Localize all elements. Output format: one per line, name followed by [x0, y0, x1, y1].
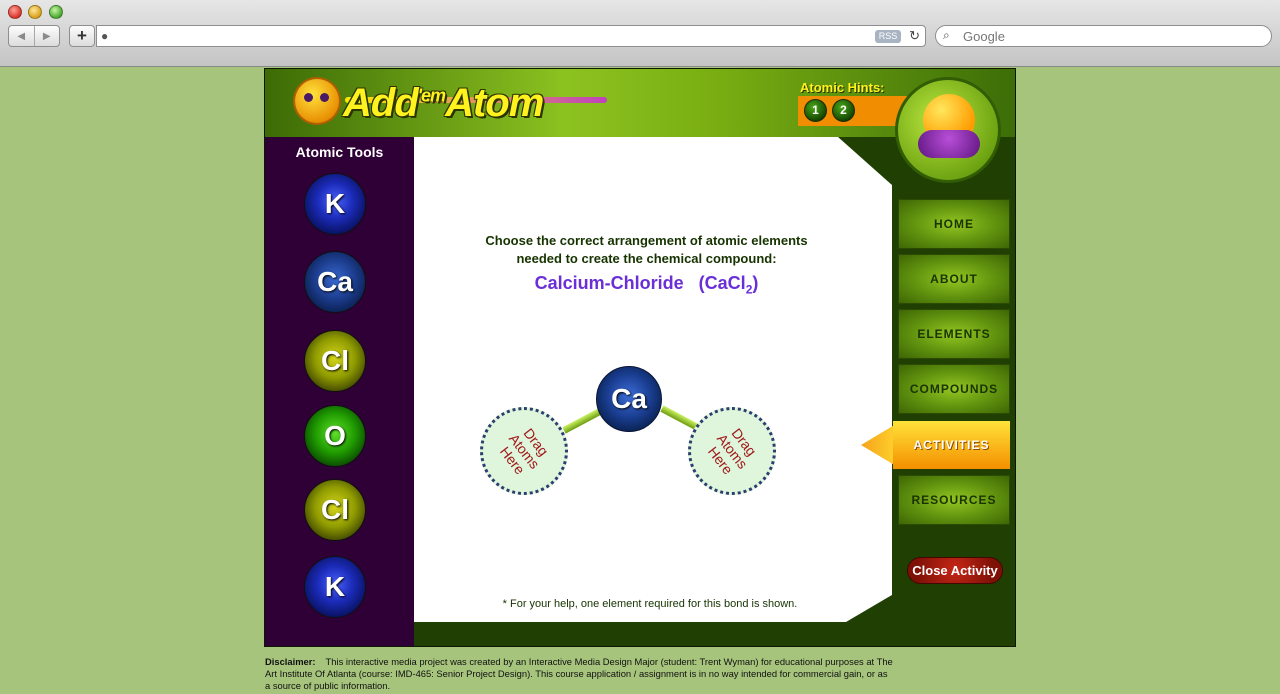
atom-tool-k[interactable]: K [304, 173, 366, 235]
next-compound-button[interactable]: Next Compound ···> [697, 631, 821, 647]
drop-zone-right[interactable]: Drag Atoms Here [688, 407, 776, 495]
atom-tool-cl[interactable]: Cl [304, 479, 366, 541]
atomic-hints-bar: 1 2 [798, 96, 908, 126]
instruction-text: Choose the correct arrangement of atomic… [485, 233, 808, 266]
atomic-hints-label: Atomic Hints: [800, 80, 885, 95]
app-logo[interactable]: Add'emAtom [343, 81, 544, 126]
hint-2-button[interactable]: 2 [832, 99, 855, 122]
search-icon: ⌕ [943, 28, 950, 42]
minimize-window-button[interactable] [28, 5, 42, 19]
close-window-button[interactable] [8, 5, 22, 19]
history-buttons: ◀ ▶ [8, 25, 60, 47]
disclaimer-label: Disclaimer: [265, 656, 316, 667]
nav-about[interactable]: ABOUT [898, 254, 1010, 304]
address-bar[interactable]: ● RSS ↻ [96, 25, 926, 47]
browser-toolbar: ◀ ▶ + ● RSS ↻ ⌕ Google [0, 0, 1280, 67]
rss-badge[interactable]: RSS [875, 30, 901, 43]
reload-icon[interactable]: ↻ [909, 28, 920, 44]
previous-compound-button[interactable]: <··· Previous Compound [460, 631, 602, 647]
nav-resources[interactable]: RESOURCES [898, 475, 1010, 525]
compound-title: Calcium-Chloride (CaCl2) [534, 273, 759, 297]
mascot-icon [895, 77, 1001, 183]
apple-icon: ● [101, 29, 109, 43]
activity-panel: Choose the correct arrangement of atomic… [414, 137, 892, 622]
close-activity-button[interactable]: Close Activity [907, 557, 1003, 584]
atom-tool-cl[interactable]: Cl [304, 330, 366, 392]
atom-tool-k[interactable]: K [304, 556, 366, 618]
atom-tool-o[interactable]: O [304, 405, 366, 467]
nav-home[interactable]: HOME [898, 199, 1010, 249]
hint-1-button[interactable]: 1 [804, 99, 827, 122]
forward-arrow-icon[interactable]: ▶ [35, 26, 60, 46]
back-arrow-icon[interactable]: ◀ [9, 26, 35, 46]
disclaimer-text: This interactive media project was creat… [265, 656, 893, 691]
disclaimer: Disclaimer: This interactive media projec… [265, 656, 895, 692]
addem-atom-app: Add'emAtom Atomic Hints: 1 2 Atomic Tool… [264, 68, 1016, 647]
nav-elements[interactable]: ELEMENTS [898, 309, 1010, 359]
zoom-window-button[interactable] [49, 5, 63, 19]
add-bookmark-button[interactable]: + [69, 25, 95, 47]
atomic-tools-title: Atomic Tools [295, 144, 384, 160]
help-note: * For your help, one element required fo… [502, 598, 798, 610]
logo-mascot-icon [295, 79, 339, 123]
center-atom-ca[interactable]: Ca [596, 366, 662, 432]
nav-activities[interactable]: ACTIVITIES [861, 421, 1010, 469]
atom-tool-ca[interactable]: Ca [304, 251, 366, 313]
drop-zone-left[interactable]: Drag Atoms Here [480, 407, 568, 495]
search-input[interactable]: ⌕ Google [935, 25, 1272, 47]
nav-compounds[interactable]: COMPOUNDS [898, 364, 1010, 414]
app-header: Add'emAtom Atomic Hints: 1 2 [265, 69, 1015, 183]
search-placeholder: Google [963, 29, 1005, 44]
